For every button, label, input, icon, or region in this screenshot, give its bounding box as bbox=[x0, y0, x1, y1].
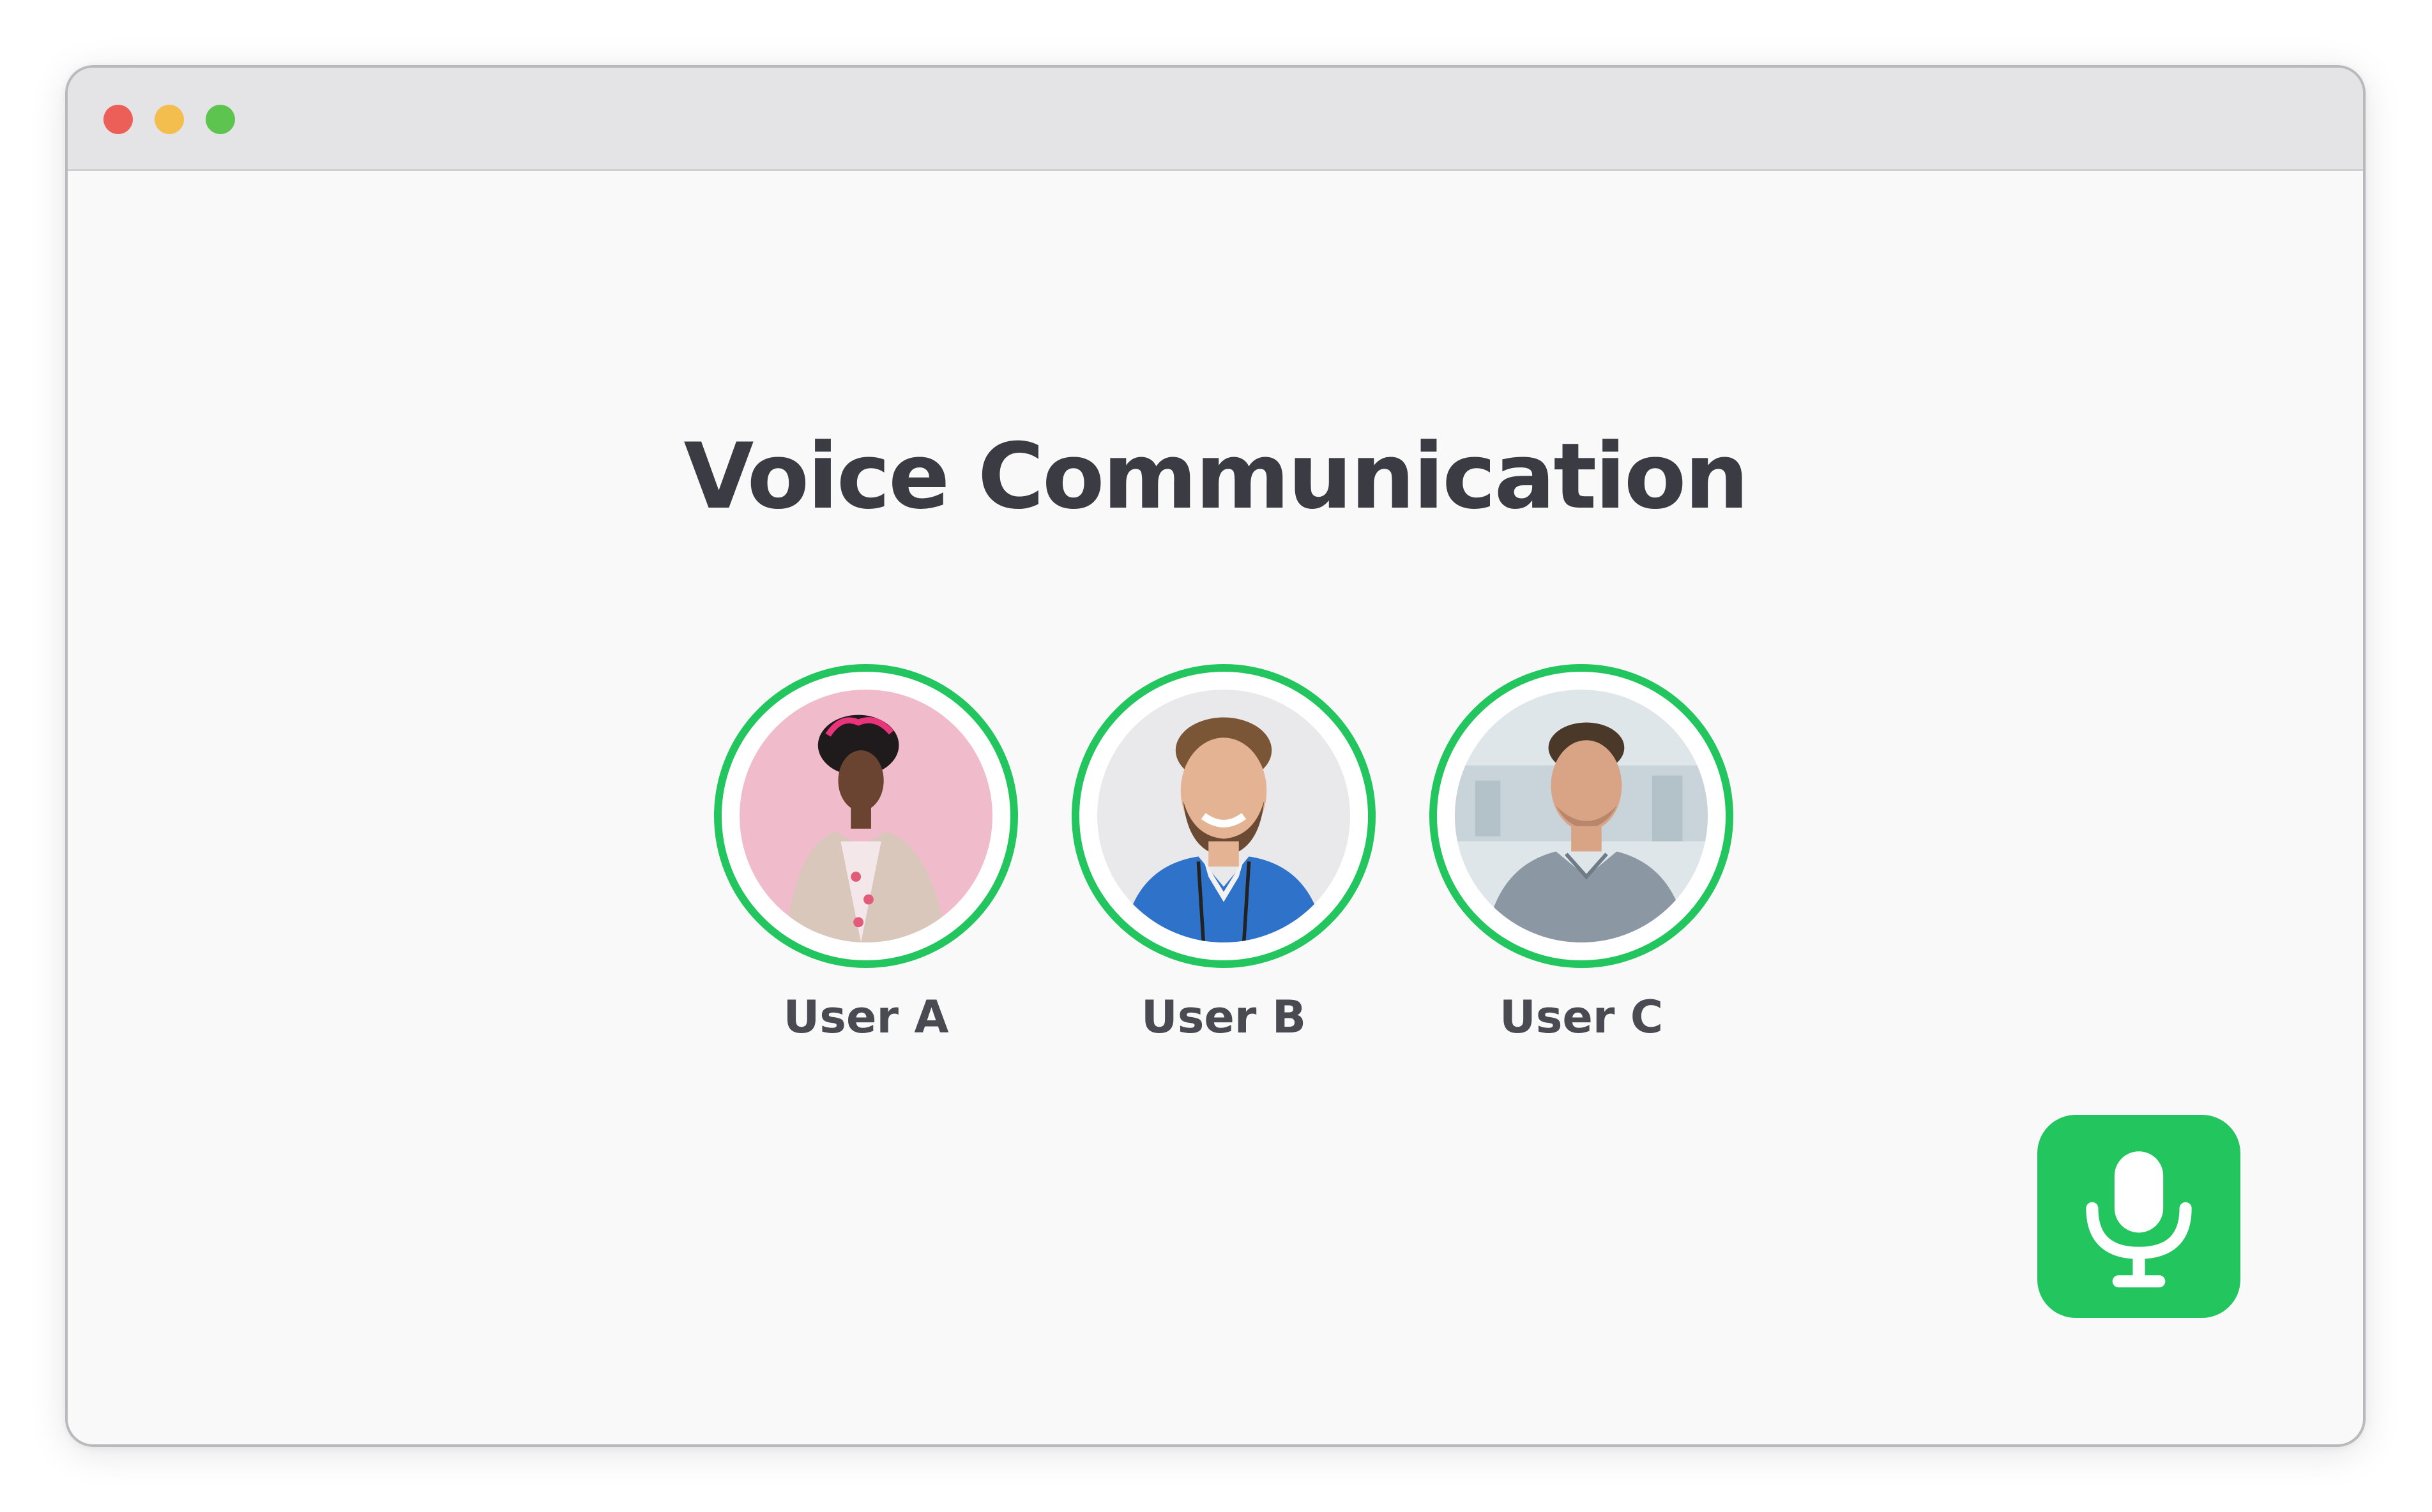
avatar-ring bbox=[714, 664, 1018, 968]
microphone-button[interactable] bbox=[2037, 1115, 2240, 1318]
window-titlebar bbox=[68, 68, 2363, 171]
avatar-ring bbox=[1429, 664, 1733, 968]
minimize-window-button[interactable] bbox=[155, 105, 184, 134]
participant-user-b[interactable]: User B bbox=[1072, 664, 1376, 1040]
page-title: Voice Communication bbox=[683, 424, 1749, 529]
avatar-ring bbox=[1072, 664, 1376, 968]
avatar bbox=[740, 690, 992, 942]
participant-user-a[interactable]: User A bbox=[714, 664, 1018, 1040]
app-window: Voice Communication User A User B User C bbox=[65, 65, 2366, 1447]
participant-user-c[interactable]: User C bbox=[1429, 664, 1733, 1040]
participant-name: User C bbox=[1499, 991, 1664, 1043]
microphone-icon bbox=[2086, 1151, 2192, 1288]
avatar bbox=[1455, 690, 1708, 942]
participant-name: User B bbox=[1141, 991, 1307, 1043]
participant-name: User A bbox=[783, 991, 949, 1043]
avatar bbox=[1097, 690, 1350, 942]
close-window-button[interactable] bbox=[103, 105, 133, 134]
maximize-window-button[interactable] bbox=[206, 105, 235, 134]
